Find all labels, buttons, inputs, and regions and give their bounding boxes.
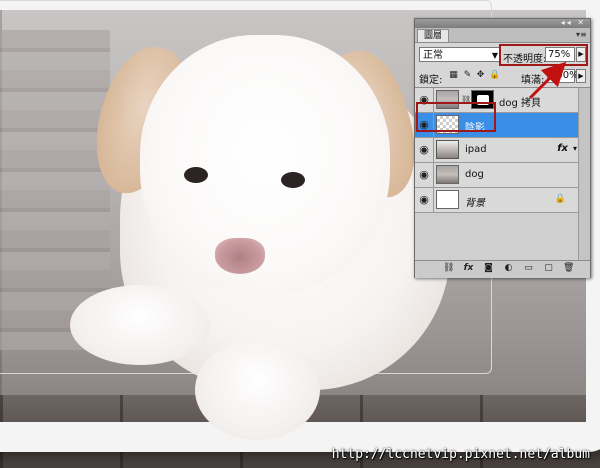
- panel-menu-icon[interactable]: ▾≡: [576, 30, 587, 39]
- panel-tab-row: 圖層 ▾≡: [415, 28, 590, 43]
- eye-icon[interactable]: ◉: [417, 143, 431, 156]
- opacity-highlight-box: [499, 44, 588, 66]
- dog-left-paw: [70, 285, 210, 365]
- watermark-url: http://lccnetvip.pixnet.net/album: [331, 447, 590, 462]
- dog-head: [140, 35, 390, 295]
- lock-label: 鎖定:: [419, 75, 443, 86]
- panel-titlebar[interactable]: ◂◂ ✕: [415, 18, 590, 28]
- dog-left-eye: [184, 167, 208, 183]
- fx-icon[interactable]: fx: [557, 143, 568, 154]
- add-style-fx-icon[interactable]: fx: [463, 263, 474, 274]
- link-layers-icon[interactable]: ⛓: [443, 263, 454, 274]
- layer-name: 背景: [465, 198, 485, 209]
- layer-row[interactable]: ◉ dog: [415, 163, 578, 188]
- tab-layers[interactable]: 圖層: [417, 29, 450, 42]
- lock-move-icon[interactable]: ✥: [476, 71, 485, 80]
- layer-name: ipad: [465, 144, 487, 155]
- layer-name: dog: [465, 169, 484, 180]
- layer-name: dog 拷貝: [499, 98, 541, 109]
- fill-input[interactable]: 100%: [547, 69, 579, 83]
- new-group-icon[interactable]: ▭: [523, 263, 534, 274]
- dog-right-eye: [281, 172, 305, 188]
- adjustment-layer-icon[interactable]: ◐: [503, 263, 514, 274]
- dog-right-paw: [195, 340, 320, 440]
- fill-slider-arrow-icon[interactable]: ▶: [576, 69, 586, 83]
- lock-row: 鎖定: ▦ ✎ ✥ 🔒 填滿: 100% ▶: [415, 67, 590, 88]
- layer-row[interactable]: ◉ 背景 🔒: [415, 188, 578, 213]
- eye-icon[interactable]: ◉: [417, 168, 431, 181]
- blend-row: 正常 ▼ 不透明度: 75% ▶: [415, 44, 590, 66]
- lock-all-icon[interactable]: 🔒: [489, 71, 500, 80]
- blend-mode-value: 正常: [423, 50, 443, 61]
- trash-icon[interactable]: 🗑: [563, 263, 574, 274]
- fill-label: 填滿:: [521, 75, 545, 86]
- add-mask-icon[interactable]: ◙: [483, 263, 494, 274]
- expand-effects-icon[interactable]: ▾: [573, 144, 577, 153]
- visibility-cell: ◉: [415, 163, 434, 187]
- dog-nose: [215, 238, 265, 274]
- panel-window-controls[interactable]: ◂◂ ✕: [561, 18, 586, 27]
- new-layer-icon[interactable]: ▢: [543, 263, 554, 274]
- layer-row[interactable]: ◉ ipad fx ▾: [415, 138, 578, 163]
- layers-panel: ◂◂ ✕ 圖層 ▾≡ 正常 ▼ 不透明度: 75% ▶ 鎖定: ▦ ✎ ✥ 🔒 …: [414, 18, 591, 278]
- selected-layer-highlight-box: [416, 102, 496, 132]
- chevron-down-icon: ▼: [491, 51, 498, 60]
- layers-scrollbar[interactable]: [578, 88, 590, 260]
- lock-transparent-icon[interactable]: ▦: [449, 71, 458, 80]
- layer-thumbnail: [436, 165, 459, 184]
- visibility-cell: ◉: [415, 138, 434, 162]
- lock-paint-icon[interactable]: ✎: [463, 71, 472, 80]
- layer-thumbnail: [436, 190, 459, 209]
- blend-mode-select[interactable]: 正常 ▼: [419, 47, 501, 62]
- lock-icon: 🔒: [554, 194, 566, 204]
- eye-icon[interactable]: ◉: [417, 193, 431, 206]
- layer-thumbnail: [436, 140, 459, 159]
- panel-bottom-toolbar: ⛓ fx ◙ ◐ ▭ ▢ 🗑: [415, 260, 590, 278]
- visibility-cell: ◉: [415, 188, 434, 212]
